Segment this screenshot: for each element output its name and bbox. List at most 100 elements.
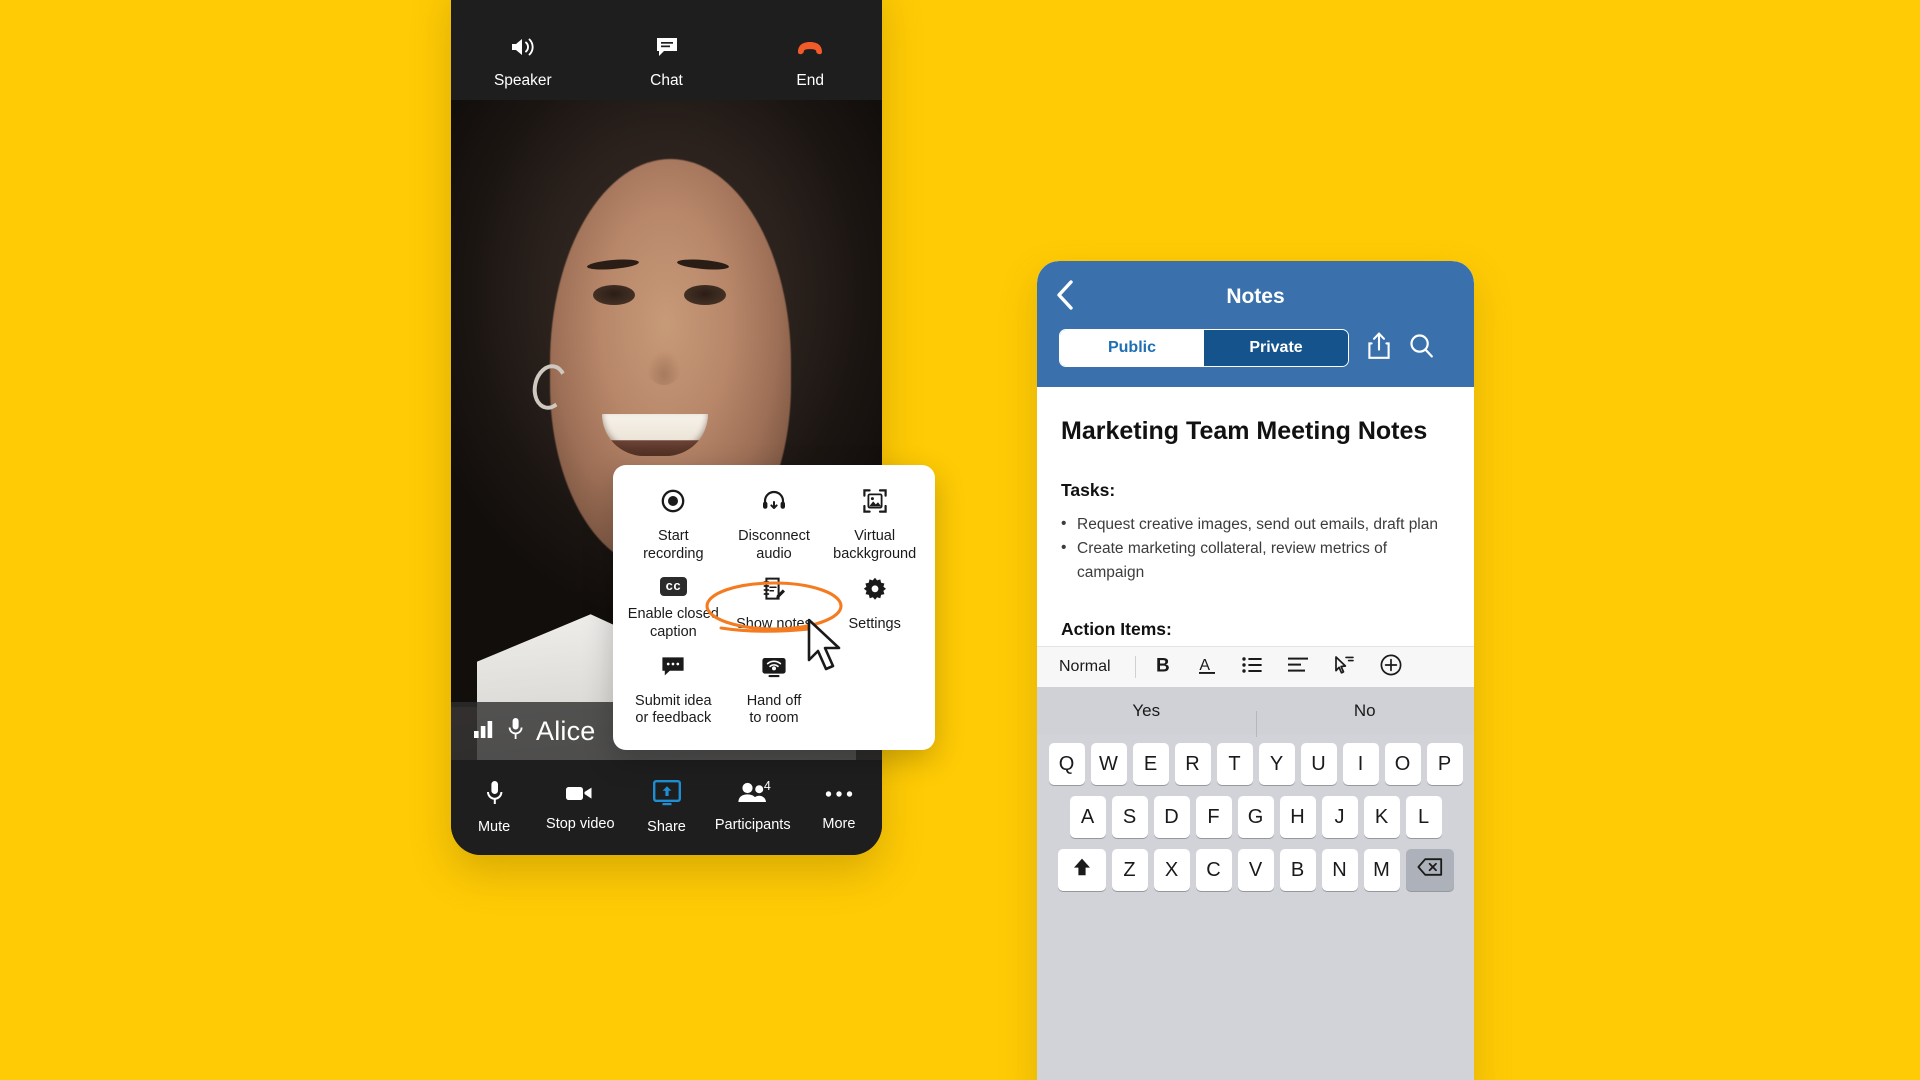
record-icon bbox=[661, 489, 685, 518]
virtual-background-icon bbox=[862, 489, 887, 518]
mute-label: Mute bbox=[477, 819, 511, 835]
key-r[interactable]: R bbox=[1174, 743, 1211, 785]
list-item: Create marketing collateral, review metr… bbox=[1061, 536, 1450, 585]
format-icons: B A bbox=[1156, 654, 1402, 681]
key-h[interactable]: H bbox=[1279, 796, 1316, 838]
align-left-icon[interactable] bbox=[1287, 656, 1308, 679]
format-toolbar: Normal B A bbox=[1037, 646, 1474, 687]
key-e[interactable]: E bbox=[1132, 743, 1169, 785]
key-a[interactable]: A bbox=[1069, 796, 1106, 838]
keyboard-row-2: A S D F G H J K L bbox=[1040, 796, 1471, 838]
end-call-label: End bbox=[796, 72, 824, 89]
key-y[interactable]: Y bbox=[1258, 743, 1295, 785]
notes-edit-icon bbox=[762, 577, 786, 606]
text-color-icon[interactable]: A bbox=[1198, 655, 1216, 680]
backspace-key[interactable] bbox=[1405, 849, 1454, 891]
prediction-no[interactable]: No bbox=[1255, 701, 1475, 737]
more-button[interactable]: More bbox=[796, 783, 882, 832]
participants-button[interactable]: 4 Participants bbox=[710, 779, 796, 833]
backspace-icon bbox=[1417, 857, 1443, 883]
key-m[interactable]: M bbox=[1363, 849, 1400, 891]
start-recording-option[interactable]: Start recording bbox=[623, 489, 724, 563]
key-u[interactable]: U bbox=[1300, 743, 1337, 785]
speaker-icon bbox=[510, 36, 536, 63]
participants-label: Participants bbox=[714, 817, 791, 833]
cc-icon: cc bbox=[659, 577, 688, 597]
key-l[interactable]: L bbox=[1405, 796, 1442, 838]
video-call-bottom-bar: Mute Stop video Share 4 Participants Mor… bbox=[451, 760, 882, 855]
submit-idea-label: Submit idea or feedback bbox=[635, 692, 712, 727]
chat-button[interactable]: Chat bbox=[595, 36, 739, 100]
virtual-background-option[interactable]: Virtual backkground bbox=[824, 489, 925, 563]
gear-icon bbox=[863, 577, 887, 606]
key-v[interactable]: V bbox=[1237, 849, 1274, 891]
key-o[interactable]: O bbox=[1384, 743, 1421, 785]
more-label: More bbox=[822, 816, 856, 832]
toolbar-divider bbox=[1134, 656, 1136, 678]
end-call-button[interactable]: End bbox=[738, 38, 882, 100]
key-z[interactable]: Z bbox=[1111, 849, 1148, 891]
start-recording-label: Start recording bbox=[643, 528, 704, 562]
speaker-label: Speaker bbox=[493, 72, 552, 89]
key-s[interactable]: S bbox=[1111, 796, 1148, 838]
plus-circle-icon[interactable] bbox=[1380, 654, 1402, 681]
predictive-text-bar: Yes No bbox=[1037, 687, 1475, 737]
end-call-icon bbox=[795, 38, 825, 63]
share-icon[interactable] bbox=[1367, 332, 1391, 365]
enable-closed-caption-option[interactable]: cc Enable closed caption bbox=[623, 577, 724, 641]
key-q[interactable]: Q bbox=[1048, 743, 1085, 785]
document-title: Marketing Team Meeting Notes bbox=[1061, 417, 1428, 445]
more-options-popup: Start recording Disconnect audio Virtual… bbox=[613, 465, 935, 750]
video-call-top-bar: Speaker Chat End bbox=[451, 0, 882, 100]
chat-icon bbox=[655, 36, 679, 63]
signal-bars-icon bbox=[473, 719, 495, 744]
key-t[interactable]: T bbox=[1216, 743, 1253, 785]
microphone-icon bbox=[508, 717, 523, 746]
text-style-selector[interactable]: Normal bbox=[1059, 658, 1111, 676]
mute-button[interactable]: Mute bbox=[451, 780, 537, 835]
select-cursor-icon[interactable] bbox=[1334, 655, 1354, 680]
keyboard-row-3: Z X C V B N M bbox=[1040, 849, 1471, 891]
tab-private[interactable]: Private bbox=[1204, 330, 1348, 366]
share-label: Share bbox=[647, 819, 686, 835]
portrait-eye-right bbox=[683, 284, 726, 305]
participants-badge: 4 bbox=[763, 779, 771, 793]
notes-phone: Notes Public Private Marketing Team Meet… bbox=[1037, 261, 1474, 1080]
page-title: Notes bbox=[1226, 285, 1285, 308]
key-p[interactable]: P bbox=[1426, 743, 1463, 785]
on-screen-keyboard: Yes No Q W E R T Y U I O P A S D F G H J… bbox=[1037, 687, 1474, 1080]
prediction-yes[interactable]: Yes bbox=[1037, 701, 1256, 721]
bold-icon[interactable]: B bbox=[1156, 655, 1172, 680]
key-n[interactable]: N bbox=[1321, 849, 1358, 891]
speaker-button[interactable]: Speaker bbox=[451, 36, 595, 100]
microphone-icon bbox=[486, 780, 503, 811]
disconnect-audio-option[interactable]: Disconnect audio bbox=[724, 489, 825, 563]
submit-idea-option[interactable]: Submit idea or feedback bbox=[623, 656, 724, 728]
key-i[interactable]: I bbox=[1342, 743, 1379, 785]
portrait-eye-left bbox=[593, 284, 636, 305]
tab-public[interactable]: Public bbox=[1060, 330, 1204, 366]
stop-video-button[interactable]: Stop video bbox=[537, 783, 623, 832]
key-d[interactable]: D bbox=[1153, 796, 1190, 838]
key-w[interactable]: W bbox=[1090, 743, 1127, 785]
hand-off-to-room-label: Hand off to room bbox=[746, 692, 802, 727]
list-item: Request creative images, send out emails… bbox=[1061, 512, 1450, 537]
mouse-cursor-icon bbox=[807, 618, 841, 671]
shift-key[interactable] bbox=[1057, 849, 1106, 891]
key-x[interactable]: X bbox=[1153, 849, 1190, 891]
headset-down-icon bbox=[761, 489, 787, 518]
more-dots-icon bbox=[823, 783, 855, 808]
key-k[interactable]: K bbox=[1363, 796, 1400, 838]
bullet-list-icon[interactable] bbox=[1241, 656, 1262, 679]
virtual-background-label: Virtual backkground bbox=[833, 528, 917, 562]
svg-text:A: A bbox=[1199, 657, 1210, 674]
key-f[interactable]: F bbox=[1195, 796, 1232, 838]
key-j[interactable]: J bbox=[1321, 796, 1358, 838]
key-g[interactable]: G bbox=[1237, 796, 1274, 838]
key-c[interactable]: C bbox=[1195, 849, 1232, 891]
search-icon[interactable] bbox=[1409, 333, 1434, 364]
share-button[interactable]: Share bbox=[623, 780, 709, 835]
notes-title-row: Notes bbox=[1037, 275, 1474, 319]
share-screen-icon bbox=[652, 780, 681, 811]
key-b[interactable]: B bbox=[1279, 849, 1316, 891]
